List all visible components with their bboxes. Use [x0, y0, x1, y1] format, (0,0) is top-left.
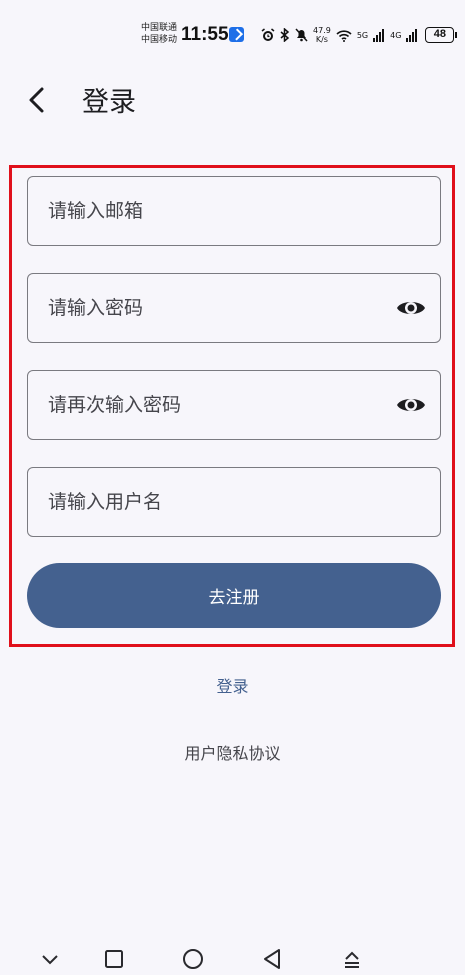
circle-icon [183, 949, 203, 969]
email-input[interactable] [48, 177, 378, 245]
confirm-password-input[interactable] [48, 371, 378, 439]
chevron-left-icon [29, 87, 44, 113]
triangle-left-icon [264, 949, 280, 969]
confirm-password-field[interactable] [27, 370, 441, 440]
net-speed: 47.9 K/s [313, 26, 331, 44]
nav-recents-button[interactable] [101, 946, 127, 972]
login-link[interactable]: 登录 [0, 673, 465, 697]
signal-bars-icon [373, 28, 385, 42]
nav-upload-button[interactable] [339, 946, 365, 972]
net-speed-value: 47.9 [313, 26, 331, 35]
nav-collapse-button[interactable] [37, 946, 63, 972]
signal-2-label: 4G [390, 30, 402, 40]
bluetooth-icon [280, 28, 290, 42]
password-field[interactable] [27, 273, 441, 343]
privacy-policy-link[interactable]: 用户隐私协议 [0, 740, 465, 764]
app-notification-icon [229, 27, 244, 42]
net-speed-unit: K/s [315, 35, 328, 44]
battery-icon: 48 [425, 27, 458, 43]
alarm-icon [261, 28, 275, 41]
eye-icon[interactable] [396, 393, 426, 417]
clock: 11:55 [181, 24, 229, 45]
status-icons: 47.9 K/s 5G 4G 48 [261, 26, 458, 44]
nav-home-button[interactable] [180, 946, 206, 972]
chevron-down-icon [42, 955, 58, 965]
eye-icon[interactable] [396, 296, 426, 320]
register-button[interactable]: 去注册 [27, 563, 441, 628]
upload-icon [345, 951, 359, 968]
password-input[interactable] [48, 274, 378, 342]
carrier-labels: 中国联通 中国移动 [141, 22, 177, 46]
system-nav-bar [0, 938, 465, 975]
carrier-2: 中国移动 [141, 35, 178, 45]
mute-icon [295, 28, 308, 42]
wifi-icon [336, 29, 352, 42]
username-input[interactable] [48, 468, 378, 536]
email-field[interactable] [27, 176, 441, 246]
username-field[interactable] [27, 467, 441, 537]
square-icon [105, 950, 123, 968]
signal-1-label: 5G [356, 30, 369, 40]
signal-bars-icon [406, 28, 418, 42]
carrier-1: 中国联通 [141, 23, 178, 33]
back-button[interactable] [18, 82, 54, 118]
page-title: 登录 [82, 87, 136, 118]
nav-back-button[interactable] [259, 946, 285, 972]
status-bar: 中国联通 中国移动 11:55 47.9 K/s 5G 4G 48 [0, 0, 465, 62]
